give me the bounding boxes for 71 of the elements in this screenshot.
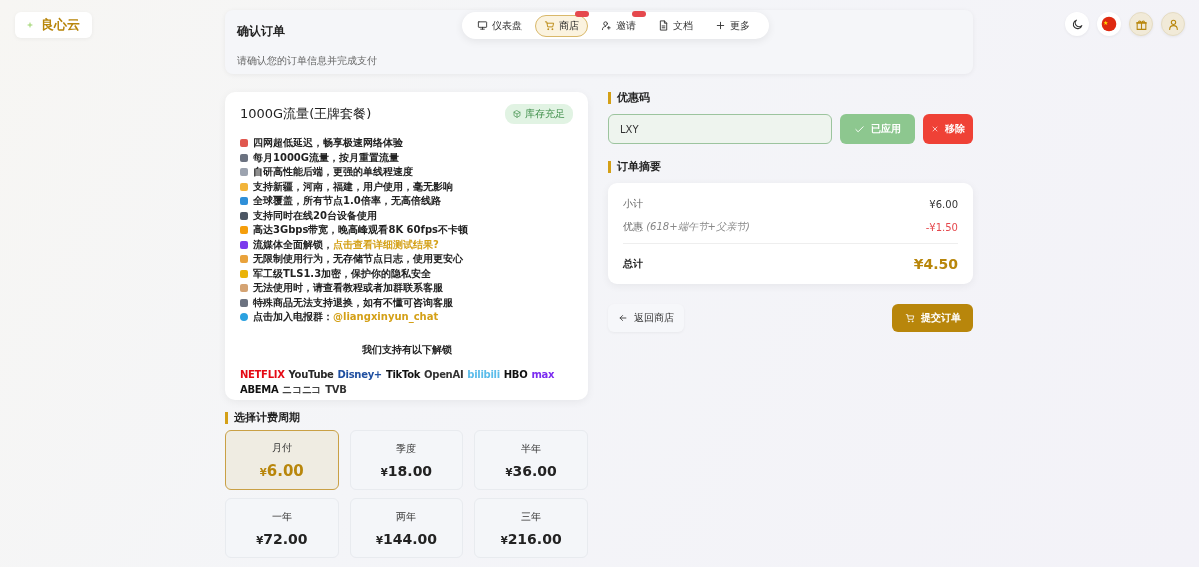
feature-text: 每月1000G流量，按月重置流量	[253, 150, 400, 165]
service-logo: TikTok	[385, 368, 421, 380]
arrow-left-icon	[618, 313, 628, 323]
feature-text: 无法使用时，请查看教程或者加群联系客服	[253, 281, 443, 295]
back-button[interactable]: 返回商店	[608, 304, 684, 332]
gift-icon	[1134, 17, 1148, 31]
section-heading: 订单摘要	[608, 161, 973, 173]
cart-icon	[544, 20, 555, 31]
dark-mode-button[interactable]	[1065, 12, 1089, 36]
summary-value: ¥6.00	[929, 198, 958, 210]
total-value: ¥4.50	[913, 256, 958, 272]
period-option[interactable]: 一年 ¥72.00	[225, 498, 339, 558]
feature-text: 高达3Gbps带宽，晚高峰观看8K 60fps不卡顿	[253, 223, 468, 237]
brand-name: 良心云	[41, 16, 80, 34]
language-button[interactable]	[1097, 12, 1121, 36]
total-label: 总计	[623, 257, 643, 271]
service-logo: NETFLIX	[240, 368, 285, 380]
page-title: 确认订单	[237, 23, 285, 40]
nav-tab[interactable]: 仪表盘	[468, 14, 531, 37]
stock-badge: 库存充足	[505, 104, 573, 124]
check-icon	[854, 123, 865, 135]
section-heading: 优惠码	[608, 92, 973, 104]
feature-text: 军工级TLS1.3加密，保护你的隐私安全	[253, 266, 432, 281]
feature-text: 全球覆盖，所有节点1.0倍率，无高倍线路	[253, 194, 441, 208]
cube-icon	[513, 110, 521, 118]
period-option[interactable]: 两年 ¥144.00	[349, 498, 464, 558]
product-title: 1000G流量(王牌套餐)	[240, 105, 372, 123]
period-option[interactable]: 半年 ¥36.00	[474, 430, 588, 490]
flag-icon	[1101, 16, 1117, 32]
nav-tab[interactable]: 商店	[535, 14, 588, 37]
profile-button[interactable]	[1161, 12, 1185, 36]
service-logo: TVB	[325, 384, 347, 395]
nav-tab[interactable]: 邀请	[592, 14, 645, 37]
document-icon	[658, 20, 669, 31]
service-logo: Disney+	[337, 368, 382, 380]
period-option[interactable]: 季度 ¥18.00	[349, 430, 464, 490]
service-logo: max	[531, 368, 555, 380]
service-logo: HBO	[503, 368, 528, 380]
user-icon	[1166, 17, 1180, 31]
period-option[interactable]: 三年 ¥216.00	[474, 498, 588, 558]
service-logo: bilibili	[467, 368, 500, 380]
feature-text: 无限制使用行为，无存储节点日志，使用更安心	[253, 252, 463, 266]
summary-label: 小计	[623, 197, 643, 211]
feature-text: 流媒体全面解锁，点击查看详细测试结果?	[253, 237, 439, 252]
feature-text: 支持新疆，河南，福建，用户使用，毫无影响	[253, 179, 453, 194]
moon-icon	[1070, 17, 1084, 31]
service-logo: ニコニコ	[282, 382, 322, 397]
section-heading: 选择计费周期	[225, 412, 588, 424]
page-subtitle: 请确认您的订单信息并完成支付	[237, 54, 378, 68]
sparkle-icon	[27, 22, 33, 28]
summary-value: -¥1.50	[925, 221, 958, 233]
unlock-heading: 我们支持有以下解锁	[360, 342, 453, 357]
summary-label: 优惠 (618+端午节+父亲节)	[623, 220, 750, 234]
feature-text: 自研高性能后端，更强的单线程速度	[253, 165, 413, 179]
service-logo: OpenAI	[424, 368, 464, 380]
nav-tab[interactable]: 文档	[649, 14, 702, 37]
feature-text: 四网超低延迟，畅享极速网络体验	[253, 136, 403, 150]
nav-tab[interactable]: 更多	[706, 14, 759, 37]
gift-button[interactable]	[1129, 12, 1153, 36]
service-logo: YouTube	[288, 368, 334, 380]
cart-icon	[904, 313, 915, 323]
period-option[interactable]: 月付 ¥6.00	[225, 430, 339, 490]
service-logo: ABEMA	[240, 384, 279, 395]
feature-text: 点击加入电报群：@liangxinyun_chat	[253, 310, 439, 325]
close-icon	[931, 125, 939, 133]
monitor-icon	[477, 20, 488, 31]
feature-text: 支持同时在线20台设备使用	[253, 208, 377, 223]
plus-icon	[715, 20, 726, 31]
remove-button[interactable]: 移除	[923, 114, 973, 144]
feature-text: 特殊商品无法支持退换，如有不懂可咨询客服	[253, 295, 453, 310]
coupon-input[interactable]: LXY	[608, 114, 832, 144]
